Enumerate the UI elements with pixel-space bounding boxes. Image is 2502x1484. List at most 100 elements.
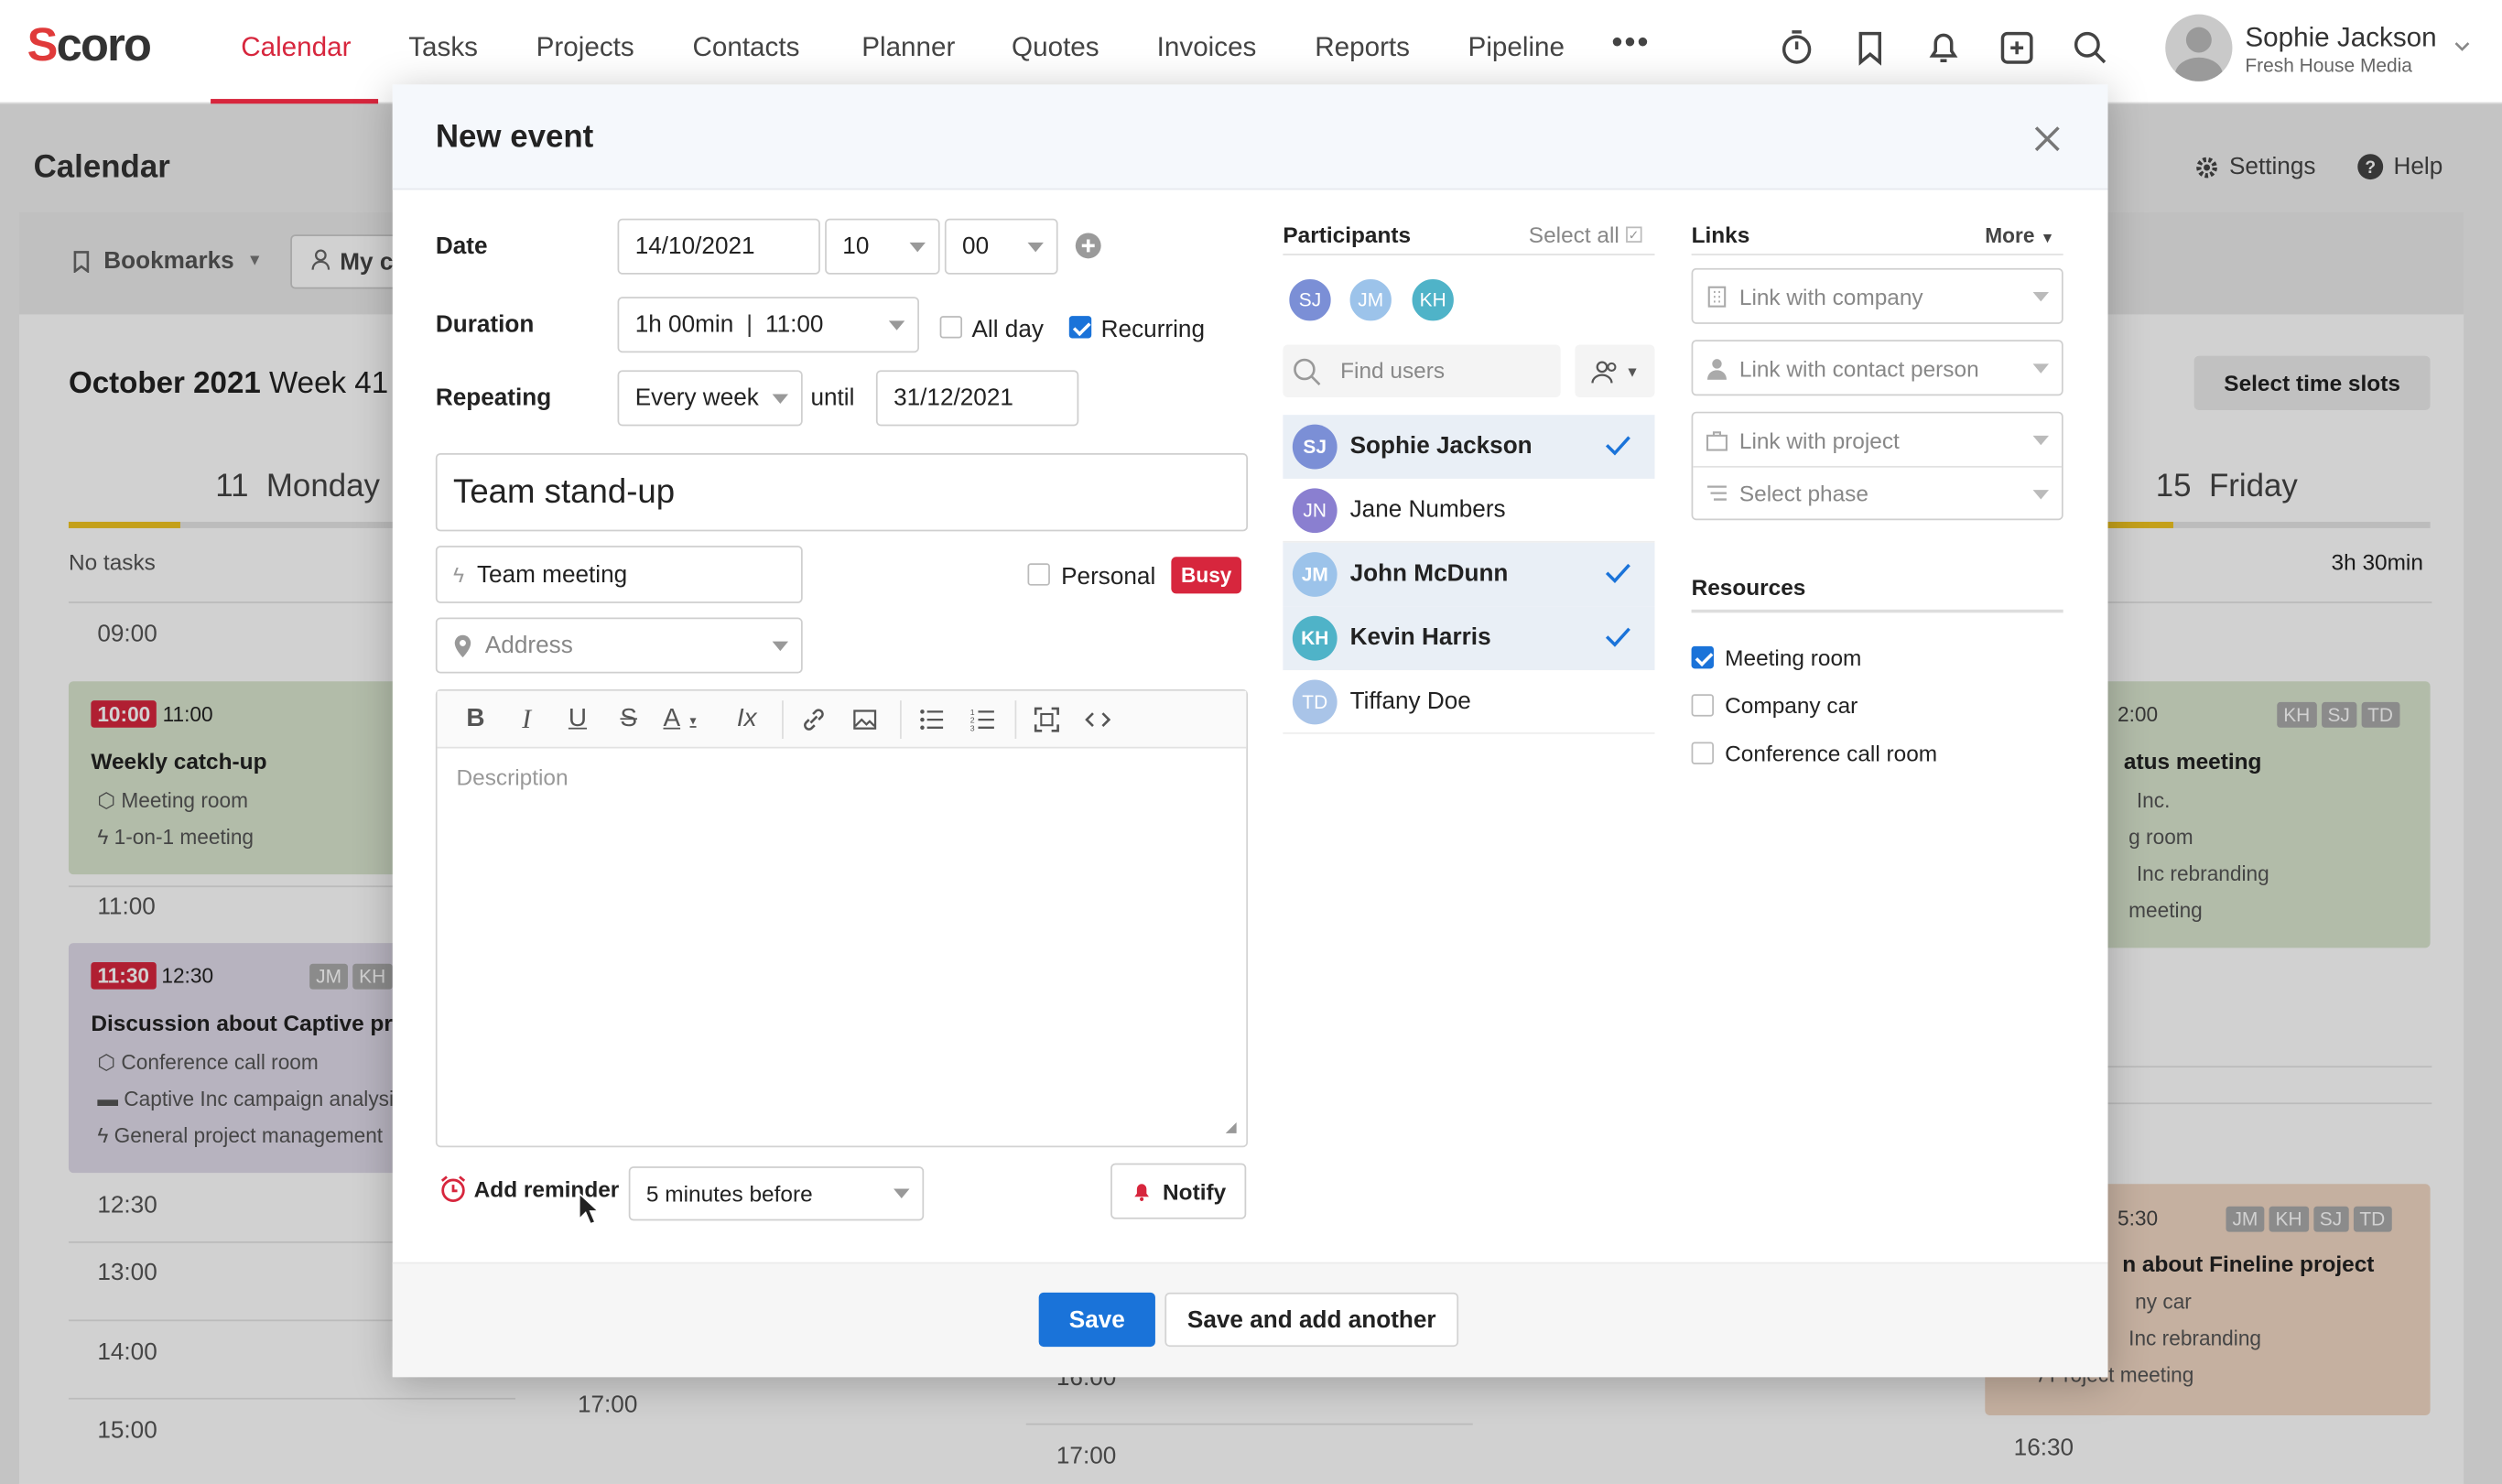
- bullet-list-icon[interactable]: [906, 691, 958, 749]
- clear-format-icon[interactable]: Ix: [721, 691, 773, 749]
- nav-planner[interactable]: Planner: [861, 32, 955, 64]
- mouse-cursor-icon: [578, 1192, 601, 1227]
- svg-text:3: 3: [970, 723, 975, 732]
- nav-quotes[interactable]: Quotes: [1012, 32, 1099, 64]
- resources-heading: Resources: [1691, 574, 1806, 601]
- find-users-placeholder: Find users: [1340, 357, 1446, 384]
- participant-name: Tiffany Doe: [1349, 688, 1471, 715]
- save-button[interactable]: Save: [1038, 1292, 1155, 1348]
- all-day-checkbox[interactable]: [939, 316, 963, 339]
- italic-icon[interactable]: I: [501, 691, 552, 749]
- dialog-header: New event: [392, 84, 2108, 190]
- notify-button[interactable]: Notify: [1110, 1163, 1247, 1219]
- duration-label: Duration: [435, 310, 535, 339]
- links-heading: Links: [1691, 222, 1750, 248]
- nav-invoices[interactable]: Invoices: [1157, 32, 1257, 64]
- activity-type-select[interactable]: ϟ Team meeting: [435, 546, 803, 603]
- add-time-icon[interactable]: [1074, 232, 1102, 260]
- code-view-icon[interactable]: [1072, 691, 1123, 749]
- select-phase-select[interactable]: Select phase: [1706, 481, 1868, 506]
- minute-value: 00: [962, 233, 990, 261]
- timer-icon[interactable]: [1776, 27, 1817, 69]
- fullscreen-icon[interactable]: [1022, 691, 1073, 749]
- user-menu[interactable]: Sophie Jackson Fresh House Media: [2165, 11, 2481, 84]
- description-editor: B I U S A ▾ Ix 123 Description ◢: [435, 688, 1249, 1148]
- image-icon[interactable]: [839, 691, 891, 749]
- add-new-icon[interactable]: [1996, 27, 2037, 69]
- participant-row[interactable]: TD Tiffany Doe: [1283, 670, 1655, 734]
- recurring-checkbox[interactable]: [1068, 316, 1092, 339]
- find-users-input[interactable]: Find users: [1283, 344, 1561, 398]
- participant-row[interactable]: KH Kevin Harris: [1283, 606, 1655, 671]
- repeating-select[interactable]: Every week: [617, 370, 803, 427]
- save-and-add-another-button[interactable]: Save and add another: [1164, 1292, 1459, 1348]
- nav-pipeline[interactable]: Pipeline: [1468, 32, 1565, 64]
- link-icon[interactable]: [788, 691, 839, 749]
- link-company-select[interactable]: Link with company: [1691, 267, 2063, 324]
- text-color-icon[interactable]: A ▾: [655, 691, 706, 749]
- busy-badge[interactable]: Busy: [1171, 557, 1242, 594]
- lightning-icon: ϟ: [453, 562, 465, 587]
- selected-participant-avatar[interactable]: SJ: [1285, 276, 1335, 324]
- resource-checkbox[interactable]: [1691, 645, 1714, 669]
- event-title-input[interactable]: Team stand-up: [435, 453, 1249, 532]
- participant-row[interactable]: SJ Sophie Jackson: [1283, 415, 1655, 479]
- address-placeholder: Address: [484, 632, 573, 659]
- resource-name: Company car: [1725, 692, 1858, 719]
- close-icon[interactable]: [2033, 125, 2062, 153]
- link-project-select[interactable]: Link with project: [1706, 428, 1900, 453]
- link-contact-select[interactable]: Link with contact person: [1691, 340, 2063, 396]
- address-select[interactable]: Address: [435, 617, 803, 674]
- strikethrough-icon[interactable]: S: [603, 691, 655, 749]
- bold-icon[interactable]: B: [450, 691, 502, 749]
- participant-row[interactable]: JM John McDunn: [1283, 542, 1655, 607]
- minute-select[interactable]: 00: [944, 218, 1058, 275]
- checkmark-icon: [1605, 627, 1630, 647]
- selected-participant-avatar[interactable]: JM: [1347, 276, 1395, 324]
- participant-name: Sophie Jackson: [1349, 432, 1533, 460]
- resource-checkbox[interactable]: [1691, 694, 1714, 717]
- notify-label: Notify: [1163, 1178, 1227, 1205]
- reminder-select[interactable]: 5 minutes before: [628, 1166, 925, 1221]
- resize-handle-icon[interactable]: ◢: [1226, 1119, 1237, 1136]
- hour-select[interactable]: 10: [825, 218, 940, 275]
- nav-reports[interactable]: Reports: [1315, 32, 1410, 64]
- repeating-value: Every week: [634, 385, 759, 412]
- numbered-list-icon[interactable]: 123: [958, 691, 1009, 749]
- users-group-icon: [1590, 360, 1616, 383]
- search-icon[interactable]: [2070, 27, 2111, 69]
- participant-avatar: JN: [1292, 488, 1338, 534]
- nav-tasks[interactable]: Tasks: [408, 32, 478, 64]
- resource-checkbox[interactable]: [1691, 742, 1714, 764]
- until-date-input[interactable]: 31/12/2021: [875, 370, 1079, 427]
- personal-checkbox[interactable]: [1027, 563, 1050, 586]
- end-time-value: 11:00: [764, 310, 824, 339]
- nav-more-button[interactable]: •••: [1611, 26, 1650, 62]
- resource-name: Conference call room: [1725, 740, 1938, 766]
- new-event-dialog: New event Date 14/10/2021 10 00 Duration…: [392, 84, 2108, 1378]
- user-groups-dropdown[interactable]: ▼: [1575, 344, 1655, 398]
- links-more-dropdown[interactable]: More ▼: [1985, 223, 2054, 247]
- selected-participant-avatar[interactable]: KH: [1409, 276, 1457, 324]
- participant-name: Kevin Harris: [1349, 623, 1491, 652]
- checkmark-icon: [1605, 563, 1630, 583]
- date-input[interactable]: 14/10/2021: [617, 218, 820, 275]
- nav-contacts[interactable]: Contacts: [692, 32, 799, 64]
- bookmark-icon[interactable]: [1849, 27, 1890, 69]
- participant-row[interactable]: JN Jane Numbers: [1283, 479, 1655, 543]
- participant-name: John McDunn: [1349, 559, 1509, 588]
- scoro-logo[interactable]: Scoro: [27, 21, 152, 74]
- nav-projects[interactable]: Projects: [536, 32, 634, 64]
- participant-name: Jane Numbers: [1349, 496, 1506, 524]
- user-company: Fresh House Media: [2245, 54, 2412, 77]
- phase-icon: [1707, 485, 1727, 501]
- links-more-label: More: [1985, 223, 2035, 248]
- duration-select[interactable]: 1h 00min | 11:00: [617, 297, 919, 353]
- select-all-link[interactable]: Select all ✓: [1529, 222, 1642, 247]
- underline-icon[interactable]: U: [552, 691, 603, 749]
- description-textarea[interactable]: Description: [456, 764, 568, 790]
- participant-avatar: TD: [1292, 679, 1338, 725]
- location-pin-icon: [454, 634, 471, 657]
- nav-calendar[interactable]: Calendar: [241, 32, 351, 64]
- bell-icon[interactable]: [1923, 27, 1964, 69]
